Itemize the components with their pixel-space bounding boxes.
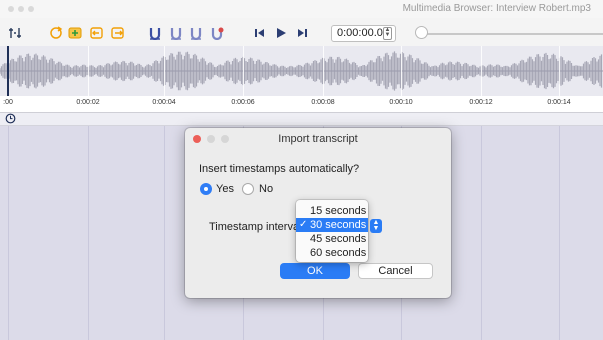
waveform-gridline xyxy=(481,46,482,96)
menu-item-selected[interactable]: ✓ 30 seconds xyxy=(296,218,368,232)
waveform-gridline xyxy=(323,46,324,96)
marker-row xyxy=(0,113,603,126)
menu-item[interactable]: 60 seconds xyxy=(296,246,368,260)
timestamp-question: Insert timestamps automatically? xyxy=(199,163,360,175)
link-in-icon[interactable] xyxy=(90,26,104,40)
zoom-slider-knob[interactable] xyxy=(415,26,428,39)
yes-radio[interactable] xyxy=(200,183,212,195)
menu-item-label: 15 seconds xyxy=(310,205,367,217)
track-gridline xyxy=(88,126,89,340)
interval-dropdown-menu: 15 seconds ✓ 30 seconds 45 seconds 60 sec… xyxy=(296,200,368,262)
timeline-label: 0:00:06 xyxy=(231,99,255,106)
track-gridline xyxy=(8,126,9,340)
yes-radio-label[interactable]: Yes xyxy=(216,183,234,195)
set-marker-icon[interactable] xyxy=(148,26,162,40)
timeline-label: :00 xyxy=(3,99,13,106)
ok-button[interactable]: OK xyxy=(280,263,350,279)
zoom-window-button[interactable] xyxy=(28,6,34,12)
time-value: 0:00:00.0 xyxy=(337,27,383,39)
waveform-gridline xyxy=(401,46,402,96)
menu-item[interactable]: 15 seconds xyxy=(296,204,368,218)
menu-item[interactable]: 45 seconds xyxy=(296,232,368,246)
cancel-button[interactable]: Cancel xyxy=(358,263,433,279)
timestamp-interval-label: Timestamp interval xyxy=(209,221,302,233)
skip-forward-icon[interactable] xyxy=(295,26,309,40)
timeline-label: 0:00:04 xyxy=(152,99,176,106)
close-window-button[interactable] xyxy=(8,6,14,12)
toolbar: 0:00:00.0 ▲ ▼ xyxy=(0,18,603,47)
add-marker-icon[interactable] xyxy=(8,26,22,40)
waveform[interactable] xyxy=(0,46,603,96)
no-radio-label[interactable]: No xyxy=(259,183,273,195)
waveform-gridline xyxy=(88,46,89,96)
play-icon[interactable] xyxy=(274,26,288,40)
track-gridline xyxy=(481,126,482,340)
waveform-graphic xyxy=(0,51,603,91)
window-titlebar: Multimedia Browser: Interview Robert.mp3 xyxy=(0,0,603,18)
no-radio[interactable] xyxy=(242,183,254,195)
refresh-icon[interactable] xyxy=(49,26,63,40)
waveform-gridline xyxy=(559,46,560,96)
menu-item-label: 30 seconds xyxy=(310,219,367,231)
popup-stepper-icon[interactable]: ▲ ▼ xyxy=(370,219,382,233)
marker-2-icon[interactable] xyxy=(169,26,183,40)
timeline-label: 0:00:10 xyxy=(389,99,413,106)
window-title: Multimedia Browser: Interview Robert.mp3 xyxy=(402,3,591,14)
track-gridline xyxy=(164,126,165,340)
checkmark-icon: ✓ xyxy=(299,219,308,230)
timeline-ruler[interactable]: :00 0:00:02 0:00:04 0:00:06 0:00:08 0:00:10 0:… xyxy=(0,96,603,113)
dialog-title: Import transcript xyxy=(278,133,358,145)
track-gridline xyxy=(559,126,560,340)
zoom-slider-track[interactable] xyxy=(422,33,603,35)
timeline-label: 0:00:14 xyxy=(547,99,571,106)
waveform-gridline xyxy=(164,46,165,96)
menu-item-label: 60 seconds xyxy=(310,247,367,259)
marker-4-icon[interactable] xyxy=(210,26,224,40)
time-field[interactable]: 0:00:00.0 ▲ ▼ xyxy=(331,25,396,42)
link-out-icon[interactable] xyxy=(111,26,125,40)
waveform-gridline xyxy=(243,46,244,96)
clock-icon xyxy=(5,113,16,127)
minimize-window-button[interactable] xyxy=(18,6,24,12)
timeline-label: 0:00:12 xyxy=(469,99,493,106)
timeline-label: 0:00:02 xyxy=(76,99,100,106)
time-stepper[interactable]: ▲ ▼ xyxy=(383,27,392,40)
marker-3-icon[interactable] xyxy=(189,26,203,40)
skip-back-icon[interactable] xyxy=(253,26,267,40)
insert-icon[interactable] xyxy=(68,26,82,40)
menu-item-label: 45 seconds xyxy=(310,233,367,245)
timeline-label: 0:00:08 xyxy=(311,99,335,106)
